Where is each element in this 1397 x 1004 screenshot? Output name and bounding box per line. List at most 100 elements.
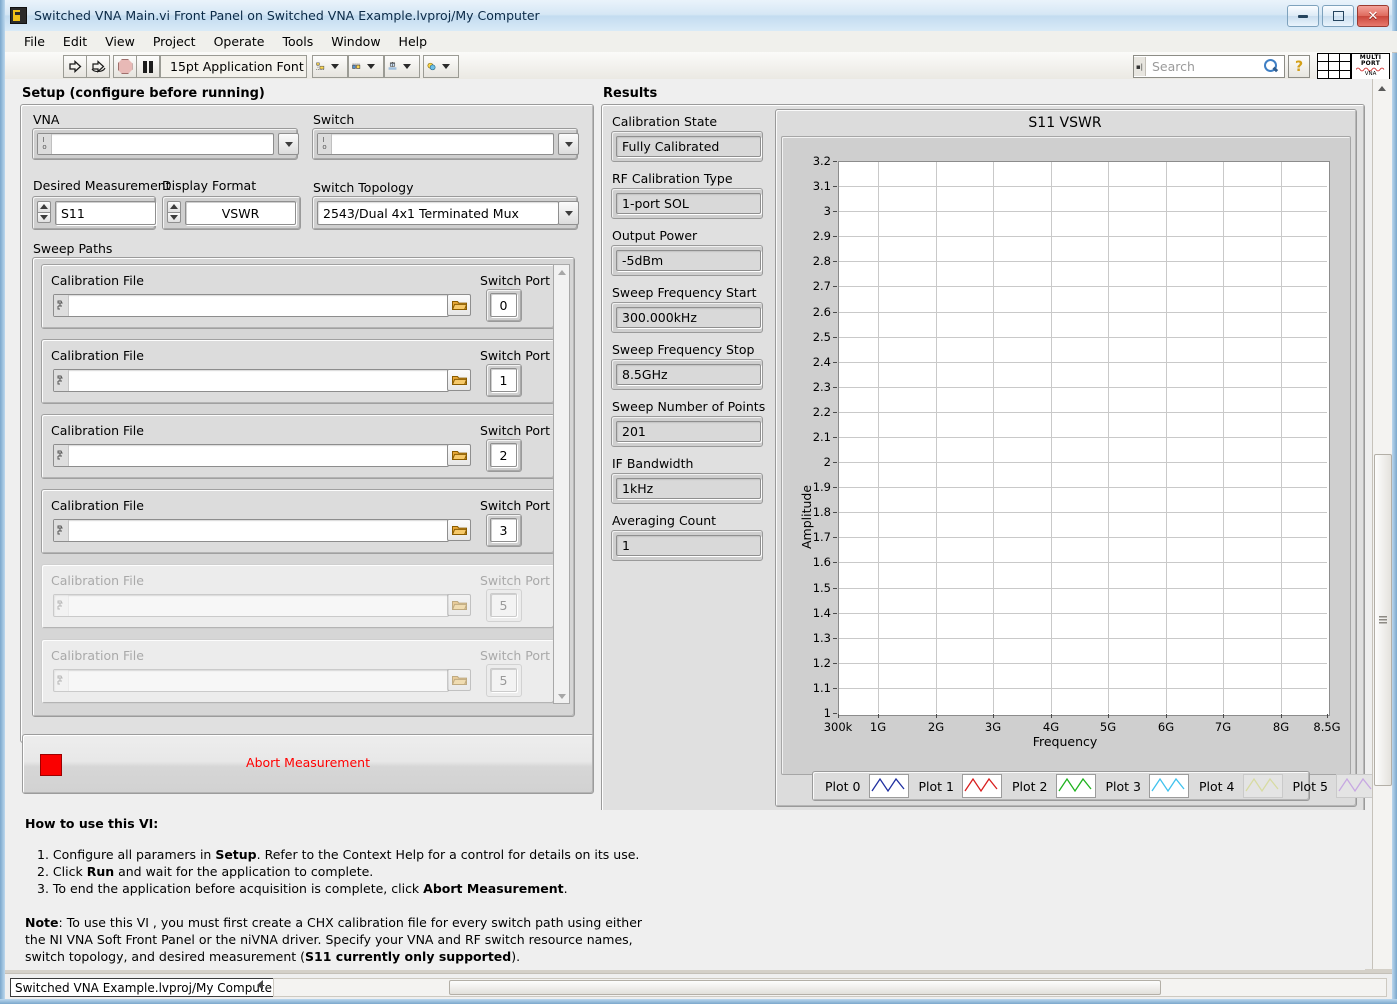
y-tick-label: 1.8	[812, 505, 831, 519]
legend-color-swatch[interactable]	[1336, 774, 1373, 798]
labview-vi-icon	[10, 7, 27, 24]
menu-window[interactable]: Window	[322, 32, 389, 51]
search-options-icon[interactable]: ▪|	[1134, 57, 1146, 76]
menu-bar: File Edit View Project Operate Tools Win…	[5, 31, 1397, 53]
context-help-button[interactable]: ?	[1288, 55, 1310, 78]
reorder-objects-button[interactable]	[423, 55, 459, 78]
calibration-file-input[interactable]	[53, 294, 449, 317]
calibration-file-input[interactable]	[53, 444, 449, 467]
browse-folder-button[interactable]	[447, 369, 471, 391]
y-tick-mark	[833, 186, 837, 187]
vna-dropdown-button[interactable]	[278, 133, 299, 155]
project-indicator[interactable]: Switched VNA Example.lvproj/My Computer	[10, 978, 282, 997]
vna-input[interactable]: Io	[37, 133, 274, 155]
resize-objects-button[interactable]	[384, 55, 420, 78]
switch-input[interactable]: Io	[317, 133, 554, 155]
display-format-stepper[interactable]	[167, 201, 181, 223]
switch-port-input[interactable]: 3	[490, 518, 517, 542]
scroll-down-button[interactable]	[554, 689, 569, 703]
sweep-paths-scrollbar[interactable]	[553, 264, 570, 704]
calibration-state-label: Calibration State	[612, 114, 718, 129]
calibration-file-input[interactable]	[53, 369, 449, 392]
panel-horizontal-scrollbar[interactable]	[273, 978, 1387, 997]
plot-legend[interactable]: Plot 0 Plot 1 Plot 2 Plot 3 Plot 4 Plot 5	[812, 771, 1373, 801]
stepper-down-icon[interactable]	[37, 211, 51, 223]
run-button[interactable]	[63, 55, 87, 78]
minimize-button[interactable]	[1287, 5, 1319, 27]
switch-dropdown-button[interactable]	[558, 133, 579, 155]
x-tick-label: 5G	[1099, 720, 1117, 734]
desired-measurement-stepper[interactable]	[37, 201, 51, 223]
logo-line-3: VNA	[1364, 71, 1377, 78]
abort-measurement-button[interactable]: Abort Measurement	[22, 734, 594, 794]
y-tick-mark	[833, 412, 837, 413]
display-format-label: Display Format	[162, 178, 257, 193]
stepper-up-icon[interactable]	[167, 201, 181, 212]
font-selector[interactable]: 15pt Application Font	[160, 55, 328, 78]
pause-button[interactable]	[137, 55, 160, 78]
run-continuously-button[interactable]	[87, 55, 110, 78]
plot-canvas[interactable]	[838, 161, 1330, 716]
calibration-file-input[interactable]	[53, 519, 449, 542]
legend-entry[interactable]: Plot 5	[1283, 774, 1373, 798]
scroll-up-button[interactable]	[1373, 81, 1390, 96]
legend-color-swatch[interactable]	[962, 774, 1002, 798]
grid-line-vertical	[878, 162, 879, 713]
scrollbar-thumb[interactable]	[1374, 454, 1392, 786]
grid-line-horizontal	[839, 211, 1327, 212]
desired-measurement-input[interactable]: S11	[55, 201, 156, 225]
distribute-objects-button[interactable]	[348, 55, 384, 78]
switch-topology-input[interactable]: 2543/Dual 4x1 Terminated Mux	[317, 201, 559, 225]
switch-port-input[interactable]: 0	[490, 293, 517, 317]
grid-line-horizontal	[839, 562, 1327, 563]
menu-edit[interactable]: Edit	[54, 32, 96, 51]
browse-folder-button[interactable]	[447, 444, 471, 466]
close-button[interactable]: ✕	[1357, 5, 1389, 27]
browse-folder-button[interactable]	[447, 294, 471, 316]
legend-entry[interactable]: Plot 1	[909, 774, 1002, 798]
hscrollbar-thumb[interactable]	[449, 980, 1161, 995]
search-input[interactable]: Search	[1146, 59, 1264, 74]
y-tick-mark	[833, 562, 837, 563]
x-tick-mark	[993, 714, 994, 718]
menu-view[interactable]: View	[96, 32, 144, 51]
legend-color-swatch[interactable]	[1149, 774, 1189, 798]
restore-button[interactable]	[1322, 5, 1354, 27]
switch-port-input[interactable]: 1	[490, 368, 517, 392]
output-power-value: -5dBm	[616, 250, 761, 271]
menu-file[interactable]: File	[15, 32, 54, 51]
display-format-input[interactable]: VSWR	[185, 201, 296, 225]
align-objects-button[interactable]	[312, 55, 348, 78]
path-icon	[54, 670, 69, 691]
legend-entry[interactable]: Plot 0	[815, 774, 909, 798]
panel-vertical-scrollbar[interactable]	[1372, 79, 1392, 969]
browse-folder-button[interactable]	[447, 519, 471, 541]
grid-line-horizontal	[839, 437, 1327, 438]
legend-entry[interactable]: Plot 3	[1096, 774, 1189, 798]
path-icon	[54, 370, 69, 391]
pause-icon	[143, 60, 153, 73]
stepper-down-icon[interactable]	[167, 211, 181, 223]
menu-help[interactable]: Help	[390, 32, 437, 51]
stepper-up-icon[interactable]	[37, 201, 51, 212]
grid-line-horizontal	[839, 312, 1327, 313]
help-step-1-num: 1.	[37, 847, 49, 862]
legend-color-swatch[interactable]	[868, 774, 909, 798]
legend-entry[interactable]: Plot 2	[1002, 774, 1096, 798]
chevron-down-icon	[564, 210, 573, 216]
collapse-arrow-icon[interactable]	[257, 980, 263, 990]
grid-line-horizontal	[839, 588, 1327, 589]
menu-operate[interactable]: Operate	[205, 32, 274, 51]
legend-color-swatch[interactable]	[1055, 774, 1096, 798]
legend-color-swatch[interactable]	[1242, 774, 1283, 798]
scrollbar-grip-icon	[1379, 616, 1387, 624]
search-icon[interactable]	[1264, 59, 1279, 74]
scroll-up-button[interactable]	[554, 265, 569, 279]
search-box[interactable]: ▪| Search	[1133, 55, 1285, 78]
legend-entry[interactable]: Plot 4	[1189, 774, 1283, 798]
menu-project[interactable]: Project	[144, 32, 205, 51]
switch-topology-dropdown-button[interactable]	[558, 201, 579, 225]
menu-tools[interactable]: Tools	[273, 32, 322, 51]
abort-execution-button[interactable]	[113, 55, 137, 78]
switch-port-input[interactable]: 2	[490, 443, 517, 467]
